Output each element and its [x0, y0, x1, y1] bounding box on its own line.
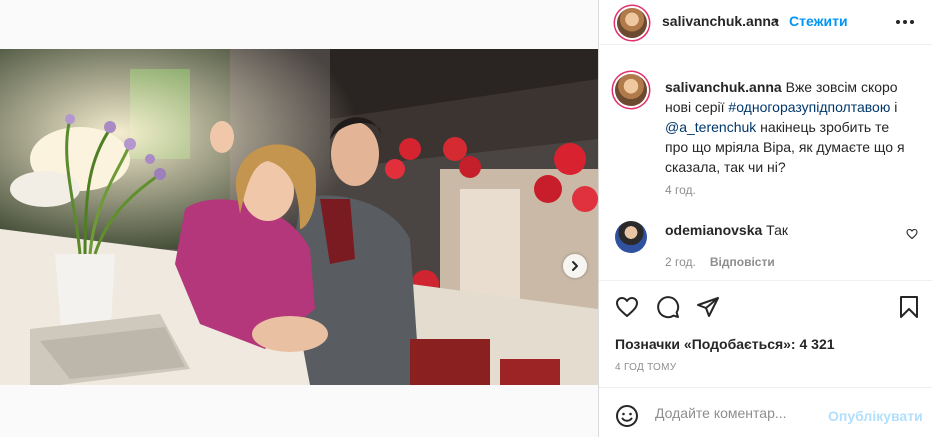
more-options-button[interactable]	[896, 14, 916, 30]
caption-author-avatar[interactable]	[615, 74, 647, 106]
comment-item: odemianovska Так 2 год. Відповісти	[599, 212, 932, 272]
next-slide-button[interactable]	[563, 254, 587, 278]
comment-icon[interactable]	[656, 295, 680, 319]
add-comment-bar: Опублікувати	[599, 387, 932, 437]
emoji-icon[interactable]	[615, 404, 639, 428]
comment-input[interactable]	[655, 402, 835, 424]
comment-like-heart-icon[interactable]	[906, 228, 918, 240]
next-arrow-icon	[572, 261, 578, 271]
caption-username[interactable]: salivanchuk.anna	[665, 79, 782, 95]
comment-time: 2 год.	[665, 255, 696, 269]
share-icon[interactable]	[696, 295, 720, 319]
caption-hashtag[interactable]: #одногоразупідполтавою	[728, 99, 890, 115]
publish-button[interactable]: Опублікувати	[828, 408, 923, 424]
likes-count[interactable]: Позначки «Подобається»: 4 321	[615, 336, 835, 352]
post-media[interactable]	[0, 49, 598, 385]
author-avatar[interactable]	[617, 8, 647, 38]
commenter-username[interactable]: odemianovska	[665, 222, 762, 238]
reply-button[interactable]: Відповісти	[710, 255, 775, 269]
post-side-panel: salivanchuk.anna • Стежити salivanchuk.a…	[598, 0, 932, 437]
more-icon-dot	[910, 20, 914, 24]
instagram-post: salivanchuk.anna • Стежити salivanchuk.a…	[0, 0, 932, 437]
post-header: salivanchuk.anna • Стежити	[599, 0, 932, 45]
commenter-avatar[interactable]	[615, 221, 647, 253]
heart-icon[interactable]	[615, 295, 639, 319]
more-icon	[896, 20, 900, 24]
caption-mention[interactable]: @a_terenchuk	[665, 119, 756, 135]
follow-button[interactable]: Стежити	[789, 13, 848, 29]
post-timestamp[interactable]: 4 ГОД ТОМУ	[615, 362, 676, 373]
caption-text: salivanchuk.anna Вже зовсім скоро нові с…	[665, 77, 915, 177]
more-icon-dot	[903, 20, 907, 24]
comment-meta: 2 год. Відповісти	[665, 255, 775, 269]
header-separator: •	[774, 12, 779, 28]
caption-time: 4 год.	[665, 183, 696, 197]
bookmark-icon[interactable]	[897, 295, 921, 319]
post-photo	[0, 49, 598, 385]
author-username[interactable]: salivanchuk.anna	[662, 13, 779, 29]
action-bar	[599, 280, 932, 330]
comment-text: odemianovska Так	[665, 222, 788, 238]
comment-body: Так	[762, 222, 788, 238]
caption-part-2: і	[890, 99, 898, 115]
